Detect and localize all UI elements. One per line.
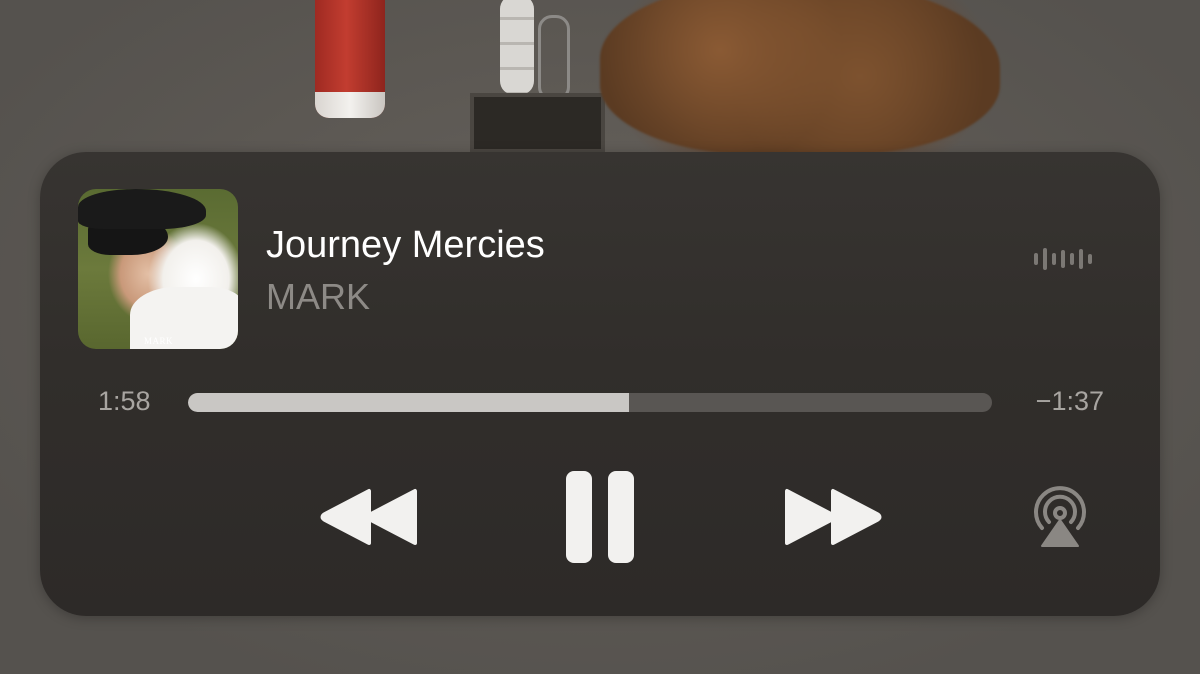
- audio-waveform-icon: [1034, 248, 1092, 270]
- remaining-time: −1:37: [1035, 386, 1104, 416]
- pause-button[interactable]: [552, 462, 648, 572]
- next-track-button[interactable]: [778, 477, 888, 557]
- backward-icon: [320, 489, 417, 545]
- background-keychain: [470, 0, 605, 155]
- album-artwork[interactable]: MARK: [78, 189, 238, 349]
- progress-fill: [188, 393, 629, 412]
- pause-icon: [566, 471, 634, 563]
- airplay-icon: [1034, 486, 1086, 547]
- airplay-button[interactable]: [1024, 482, 1096, 552]
- artwork-label: MARK: [144, 336, 174, 346]
- progress-scrubber[interactable]: [188, 393, 992, 412]
- forward-icon: [785, 489, 882, 545]
- song-title: Journey Mercies: [266, 224, 545, 266]
- previous-track-button[interactable]: [314, 477, 424, 557]
- now-playing-widget: MARK Journey Mercies MARK 1:58 −1:37: [40, 152, 1160, 616]
- background-plush: [600, 0, 1000, 155]
- artist-name: MARK: [266, 276, 371, 317]
- elapsed-time: 1:58: [98, 386, 151, 416]
- background-lip-balm: [315, 0, 385, 118]
